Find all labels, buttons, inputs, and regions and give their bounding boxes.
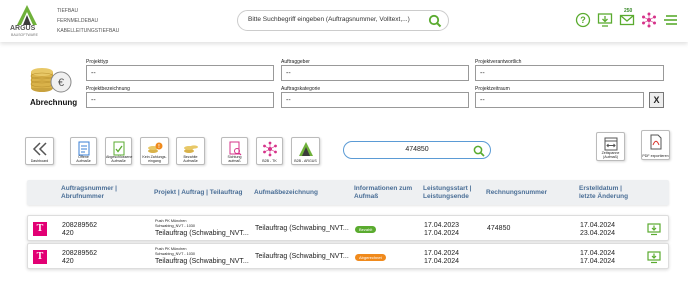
- auftraggeber-select[interactable]: --: [281, 65, 469, 81]
- global-search[interactable]: Bitte Suchbegriff eingeben (Auftragsnumm…: [237, 10, 449, 31]
- search-icon[interactable]: [428, 14, 442, 28]
- svg-text:€: €: [58, 77, 64, 89]
- sichtung-label: Sichtung aufmaß: [227, 155, 242, 163]
- pdf-export-button[interactable]: PDF exportieren: [641, 130, 670, 160]
- col-leistung[interactable]: Leistungsstart | Leistungsende: [423, 185, 479, 201]
- brand-name: ARGUS: [10, 25, 36, 32]
- kein-zahlungseingang-button[interactable]: ! Kein Zahlungs-eingang: [140, 137, 169, 165]
- aufmassbezeichnung: Teilauftrag (Schwabing_NVT...: [255, 225, 349, 232]
- svg-text:?: ?: [580, 15, 586, 25]
- teilauftrag-name: Teilauftrag (Schwabing_NVT...: [155, 258, 249, 265]
- projekt-name: Push PK München: [155, 247, 187, 251]
- leistungsende: 17.04.2024: [424, 230, 460, 237]
- leistungsstart: 17.04.2024: [424, 250, 460, 257]
- help-icon[interactable]: ?: [575, 12, 591, 28]
- kein-zahlung-label: Kein Zahlungs-eingang: [142, 155, 167, 163]
- clear-filter-button[interactable]: X: [649, 92, 664, 108]
- bezahlte-aufmasse-button[interactable]: Bezahlte Aufmaße: [176, 137, 205, 165]
- col-projekt[interactable]: Projekt | Auftrag | Teilauftrag: [154, 189, 243, 197]
- offene-aufmasse-button[interactable]: Offene Aufmaße: [70, 137, 97, 165]
- telekom-logo: T: [33, 222, 47, 236]
- leistungsstart: 17.04.2023: [424, 222, 460, 229]
- mail-icon[interactable]: [619, 12, 635, 28]
- abgeschlossene-label: Abgeschlossene Aufmaße: [106, 155, 133, 163]
- download-monitor-icon[interactable]: [647, 251, 661, 264]
- auftragsnummer: 208289562: [62, 250, 98, 257]
- b2b-argus-label: B2B - ARGUS: [294, 159, 317, 163]
- network-icon: [262, 141, 277, 157]
- download-monitor-icon[interactable]: [597, 12, 613, 28]
- brand-sub: BAUSOFTWARE: [11, 33, 38, 37]
- coins-euro-icon: €: [30, 68, 72, 93]
- page-title: Abrechnung: [30, 98, 78, 107]
- argus-logo[interactable]: ARGUS BAUSOFTWARE: [8, 4, 46, 38]
- status-badge: Bezahlt: [355, 226, 377, 233]
- search-input[interactable]: Bitte Suchbegriff eingeben (Auftragsnumm…: [248, 16, 410, 23]
- table-header: Auftragsnummer | Abrufnummer Projekt | A…: [27, 180, 669, 205]
- letzte-aenderung: 17.04.2024: [580, 258, 616, 265]
- projektzeitraum-input[interactable]: --: [475, 92, 644, 108]
- b2b-tk-label: B2B - TK: [262, 159, 277, 163]
- projektverantwortlich-select[interactable]: --: [475, 65, 664, 81]
- projekttyp-select[interactable]: --: [86, 65, 274, 81]
- aufmassbezeichnung: Teilauftrag (Schwabing_NVT...: [255, 253, 349, 260]
- status-badge: Abgerechnet: [355, 254, 386, 261]
- dashboard-label: Dashboard: [30, 159, 49, 163]
- search-icon[interactable]: [473, 145, 485, 157]
- auftragskategorie-select[interactable]: --: [281, 92, 469, 108]
- dashboard-button[interactable]: Dashboard: [25, 137, 54, 165]
- b2b-tk-button[interactable]: B2B - TK: [256, 137, 283, 165]
- brand-menu-item[interactable]: KABELLEITUNGSTIEFBAU: [57, 26, 119, 36]
- projekt-name: Push PK München: [155, 219, 187, 223]
- col-informationen[interactable]: Informationen zum Aufmaß: [354, 185, 416, 201]
- coins-icon: [183, 145, 198, 153]
- teilauftrag-name: Teilauftrag (Schwabing_NVT...: [155, 230, 249, 237]
- filter-value[interactable]: 474850: [344, 146, 490, 153]
- coins-warning-icon: !: [147, 142, 162, 153]
- projektbezeichnung-input[interactable]: --: [86, 92, 274, 108]
- leistungsende: 17.04.2024: [424, 258, 460, 265]
- auftrag-name: Schwabing_NVT - 1030: [155, 224, 196, 228]
- menu-icon[interactable]: [663, 12, 679, 28]
- rechnungsnummer: 474850: [487, 225, 511, 232]
- rechnung-filter-input[interactable]: 474850: [343, 141, 491, 159]
- argus-logo-icon: [17, 5, 37, 25]
- table-row[interactable]: T 208289562 420 Push PK München Schwabin…: [27, 243, 669, 269]
- col-rechnungsnummer[interactable]: Rechnungsnummer: [486, 189, 547, 197]
- letzte-aenderung: 23.04.2024: [580, 230, 616, 237]
- argus-triangle-icon: [298, 142, 313, 156]
- sichtung-aufmass-button[interactable]: Sichtung aufmaß: [221, 137, 248, 165]
- top-header: ARGUS BAUSOFTWARE TIEFBAU FERNMELDEBAU K…: [0, 0, 688, 42]
- abgeschlossene-aufmasse-button[interactable]: Abgeschlossene Aufmaße: [105, 137, 132, 165]
- zeitspanne-button[interactable]: Zeitspanne (Aufmaß): [596, 132, 625, 161]
- pdf-label: PDF exportieren: [642, 154, 669, 158]
- abrufnummer: 420: [62, 258, 74, 265]
- brand-menu-item[interactable]: FERNMELDEBAU: [57, 16, 119, 26]
- auftragsnummer: 208289562: [62, 222, 98, 229]
- bezahlte-label: Bezahlte Aufmaße: [183, 155, 198, 163]
- telekom-logo: T: [33, 250, 47, 264]
- table-row[interactable]: T 208289562 420 Push PK München Schwabin…: [27, 215, 669, 241]
- col-erstelldatum[interactable]: Erstelldatum | letzte Änderung: [579, 185, 639, 201]
- abrufnummer: 420: [62, 230, 74, 237]
- double-chevron-left-icon: [32, 142, 47, 156]
- zeitspanne-label: Zeitspanne (Aufmaß): [601, 151, 620, 159]
- auftrag-name: Schwabing_NVT - 1030: [155, 252, 196, 256]
- brand-menu: TIEFBAU FERNMELDEBAU KABELLEITUNGSTIEFBA…: [57, 6, 119, 36]
- col-aufmassbezeichnung[interactable]: Aufmaßbezeichnung: [254, 189, 318, 197]
- calendar-range-icon: [604, 137, 617, 151]
- pdf-file-icon: [650, 134, 661, 150]
- brand-menu-item[interactable]: TIEFBAU: [57, 6, 119, 16]
- download-monitor-icon[interactable]: [647, 223, 661, 236]
- b2b-argus-button[interactable]: B2B - ARGUS: [291, 137, 320, 165]
- offene-label: Offene Aufmaße: [76, 155, 91, 163]
- erstelldatum: 17.04.2024: [580, 250, 616, 257]
- erstelldatum: 17.04.2024: [580, 222, 616, 229]
- col-auftragsnummer[interactable]: Auftragsnummer | Abrufnummer: [61, 185, 141, 201]
- network-icon[interactable]: [641, 12, 657, 28]
